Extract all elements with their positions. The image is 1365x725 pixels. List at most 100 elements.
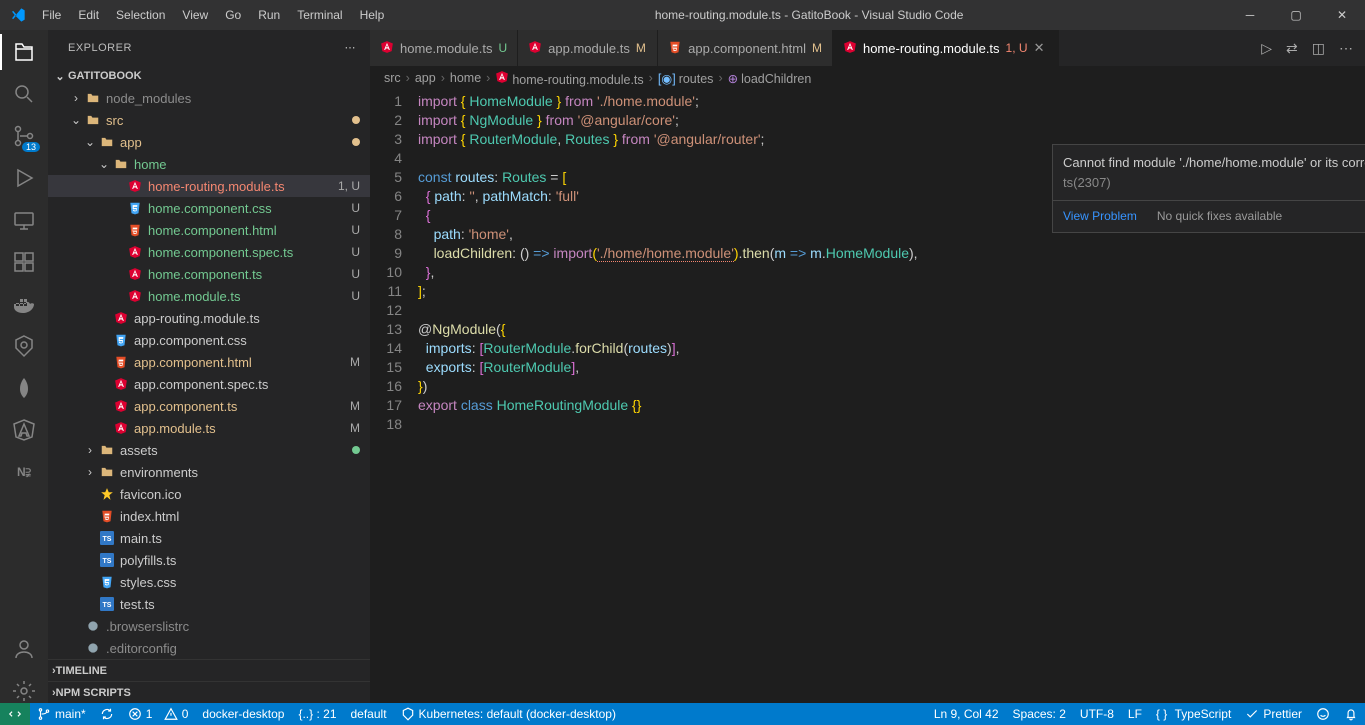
folder-item[interactable]: ⌄app xyxy=(48,131,370,153)
file-item[interactable]: TSpolyfills.ts xyxy=(48,549,370,571)
problems-indicator[interactable]: 1 0 xyxy=(121,703,196,725)
breadcrumb-item[interactable]: src xyxy=(384,71,401,85)
extensions-icon[interactable] xyxy=(12,250,36,274)
encoding[interactable]: UTF-8 xyxy=(1073,703,1121,725)
folder-item[interactable]: ⌄home xyxy=(48,153,370,175)
file-item[interactable]: home.component.htmlU xyxy=(48,219,370,241)
menu-terminal[interactable]: Terminal xyxy=(290,4,349,26)
npm-scripts-panel[interactable]: ›NPM SCRIPTS xyxy=(48,681,370,703)
view-problem-link[interactable]: View Problem xyxy=(1063,207,1137,226)
status-bar: main* 1 0 docker-desktop {..} : 21 defau… xyxy=(0,703,1365,725)
file-item[interactable]: TStest.ts xyxy=(48,593,370,615)
code-editor[interactable]: 123456789101112131415161718 import { Hom… xyxy=(370,90,1365,703)
more-icon[interactable]: ⋯ xyxy=(1339,40,1353,57)
docker-context[interactable]: docker-desktop xyxy=(195,703,291,725)
search-icon[interactable] xyxy=(12,82,36,106)
source-control-icon[interactable]: 13 xyxy=(12,124,36,148)
run-icon[interactable]: ▷ xyxy=(1261,40,1272,57)
menu-view[interactable]: View xyxy=(175,4,215,26)
breadcrumb-item[interactable]: app xyxy=(415,71,436,85)
accounts-icon[interactable] xyxy=(12,637,36,661)
menu-run[interactable]: Run xyxy=(251,4,287,26)
menu-bar: File Edit Selection View Go Run Terminal… xyxy=(35,4,391,26)
file-item[interactable]: home.component.cssU xyxy=(48,197,370,219)
modified-dot xyxy=(352,446,360,454)
tab-label: app.component.html xyxy=(688,41,806,56)
git-branch[interactable]: main* xyxy=(30,703,93,725)
sync-button[interactable] xyxy=(93,703,121,725)
file-item[interactable]: home.module.tsU xyxy=(48,285,370,307)
remote-explorer-icon[interactable] xyxy=(12,208,36,232)
breadcrumb-item[interactable]: ⊕loadChildren xyxy=(728,71,812,86)
file-item[interactable]: .browserslistrc xyxy=(48,615,370,637)
file-item[interactable]: styles.css xyxy=(48,571,370,593)
file-item[interactable]: home.component.spec.tsU xyxy=(48,241,370,263)
kubernetes-icon[interactable] xyxy=(12,334,36,358)
mongo-icon[interactable] xyxy=(12,376,36,400)
file-item[interactable]: index.html xyxy=(48,505,370,527)
editor-tab[interactable]: app.component.htmlM xyxy=(658,30,833,66)
git-status-badge: 1, U xyxy=(338,179,360,193)
angular-icon[interactable] xyxy=(12,418,36,442)
file-icon xyxy=(112,355,130,369)
diff-icon[interactable]: ⇄ xyxy=(1286,40,1298,57)
breadcrumb-item[interactable]: [◉]routes xyxy=(658,71,714,86)
split-icon[interactable]: ◫ xyxy=(1312,40,1325,57)
breadcrumbs[interactable]: src›app›home›home-routing.module.ts›[◉]r… xyxy=(370,66,1365,90)
tab-label: app.module.ts xyxy=(548,41,630,56)
json-status[interactable]: {..} : 21 xyxy=(291,703,343,725)
language-mode[interactable]: { } TypeScript xyxy=(1149,703,1238,725)
folder-item[interactable]: ›environments xyxy=(48,461,370,483)
tab-close-icon[interactable]: ✕ xyxy=(1034,40,1048,56)
folder-item[interactable]: ›assets xyxy=(48,439,370,461)
menu-edit[interactable]: Edit xyxy=(71,4,106,26)
menu-selection[interactable]: Selection xyxy=(109,4,172,26)
file-item[interactable]: .editorconfig xyxy=(48,637,370,659)
menu-file[interactable]: File xyxy=(35,4,68,26)
file-label: app.component.spec.ts xyxy=(134,377,360,392)
prettier-status[interactable]: Prettier xyxy=(1238,703,1309,725)
notifications-icon[interactable] xyxy=(1337,703,1365,725)
settings-icon[interactable] xyxy=(12,679,36,703)
file-item[interactable]: favicon.ico xyxy=(48,483,370,505)
editor-tab[interactable]: home-routing.module.ts1, U✕ xyxy=(833,30,1059,66)
breadcrumb-item[interactable]: home-routing.module.ts xyxy=(495,70,643,87)
maximize-button[interactable]: ▢ xyxy=(1273,0,1319,30)
feedback-icon[interactable] xyxy=(1309,703,1337,725)
git-status-badge: U xyxy=(351,223,360,237)
file-item[interactable]: app.component.css xyxy=(48,329,370,351)
svg-text:TS: TS xyxy=(103,602,112,609)
file-item[interactable]: app.component.tsM xyxy=(48,395,370,417)
activity-bar: 13 N⫌ xyxy=(0,30,48,703)
folder-item[interactable]: ›node_modules xyxy=(48,87,370,109)
eol[interactable]: LF xyxy=(1121,703,1149,725)
indentation[interactable]: Spaces: 2 xyxy=(1006,703,1073,725)
explorer-more-icon[interactable]: ⋯ xyxy=(345,41,357,54)
file-item[interactable]: TSmain.ts xyxy=(48,527,370,549)
nx-icon[interactable]: N⫌ xyxy=(12,460,36,484)
folder-item[interactable]: ⌄src xyxy=(48,109,370,131)
file-item[interactable]: app.component.htmlM xyxy=(48,351,370,373)
editor-tab[interactable]: app.module.tsM xyxy=(518,30,658,66)
modified-dot xyxy=(352,116,360,124)
file-item[interactable]: app-routing.module.ts xyxy=(48,307,370,329)
file-item[interactable]: home.component.tsU xyxy=(48,263,370,285)
remote-indicator[interactable] xyxy=(0,703,30,725)
editor-tab[interactable]: home.module.tsU xyxy=(370,30,518,66)
file-item[interactable]: app.component.spec.ts xyxy=(48,373,370,395)
file-item[interactable]: app.module.tsM xyxy=(48,417,370,439)
timeline-panel[interactable]: ›TIMELINE xyxy=(48,659,370,681)
run-debug-icon[interactable] xyxy=(12,166,36,190)
close-button[interactable]: ✕ xyxy=(1319,0,1365,30)
file-item[interactable]: home-routing.module.ts1, U xyxy=(48,175,370,197)
docker-icon[interactable] xyxy=(12,292,36,316)
explorer-icon[interactable] xyxy=(12,40,36,64)
breadcrumb-item[interactable]: home xyxy=(450,71,481,85)
profile-status[interactable]: default xyxy=(344,703,394,725)
minimize-button[interactable]: ─ xyxy=(1227,0,1273,30)
kubernetes-status[interactable]: Kubernetes: default (docker-desktop) xyxy=(394,703,623,725)
folder-root[interactable]: ⌄GATITOBOOK xyxy=(48,65,370,87)
menu-help[interactable]: Help xyxy=(353,4,392,26)
cursor-position[interactable]: Ln 9, Col 42 xyxy=(927,703,1006,725)
menu-go[interactable]: Go xyxy=(218,4,248,26)
